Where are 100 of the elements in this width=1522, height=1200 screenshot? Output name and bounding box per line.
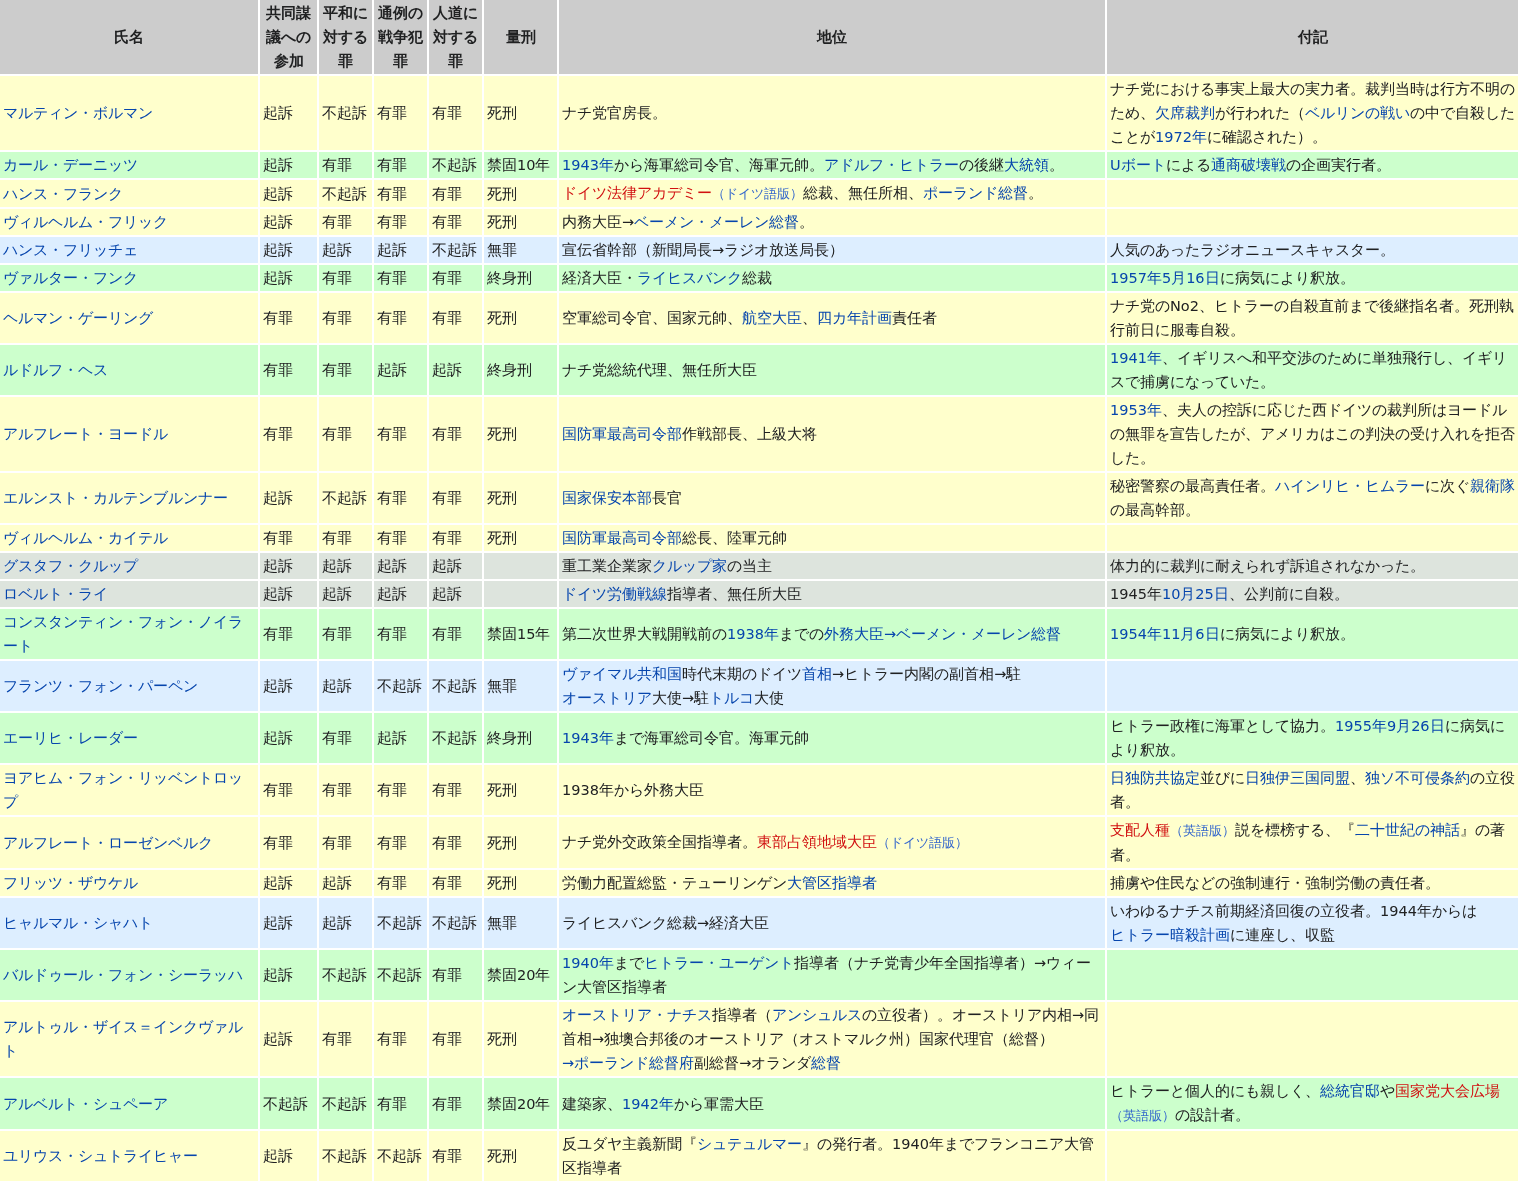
cell-text: ナチ党総統代理、無任所大臣 bbox=[562, 362, 757, 378]
name-link[interactable]: ヴァルター・フンク bbox=[3, 266, 256, 290]
table-cell: 死刑 bbox=[484, 1131, 557, 1181]
link[interactable]: →ベーメン・メーレン総督 bbox=[883, 626, 1062, 642]
table-cell: 有罪 bbox=[429, 293, 482, 343]
link[interactable]: 大統領 bbox=[1003, 157, 1049, 173]
name-link[interactable]: アルフレート・ヨードル bbox=[3, 422, 256, 446]
language-link[interactable]: （ドイツ語版） bbox=[877, 835, 968, 850]
link[interactable]: 1943年 bbox=[562, 730, 614, 746]
table-cell: 有罪 bbox=[260, 817, 317, 868]
link[interactable]: 首相 bbox=[802, 666, 832, 682]
name-link[interactable]: ユリウス・シュトライヒャー bbox=[3, 1144, 256, 1168]
link[interactable]: ベルリンの戦い bbox=[1305, 105, 1410, 121]
link[interactable]: 1954年11月6日 bbox=[1110, 626, 1220, 642]
name-link[interactable]: ハンス・フランク bbox=[3, 181, 256, 206]
link[interactable]: ヒトラー暗殺計画 bbox=[1110, 927, 1230, 943]
link[interactable]: 外務大臣 bbox=[823, 626, 884, 642]
link[interactable]: 国防軍最高司令部 bbox=[562, 530, 682, 546]
cell-text: 重工業企業家 クルップ家の当主 bbox=[562, 558, 772, 574]
link[interactable]: オーストリア bbox=[562, 690, 652, 706]
link[interactable]: →ポーランド総督府 bbox=[562, 1055, 695, 1071]
link[interactable]: 大管区指導者 bbox=[787, 875, 877, 891]
table-cell: 有罪 bbox=[429, 950, 482, 1000]
link[interactable]: 独ソ不可侵条約 bbox=[1365, 770, 1470, 786]
link[interactable]: 親衛隊 bbox=[1470, 478, 1515, 494]
cell-text: 第二次世界大戦開戦前の1938年までの外務大臣→ベーメン・メーレン総督 bbox=[562, 626, 1062, 642]
cell-text: 秘密警察の最高責任者。ハインリヒ・ヒムラーに次ぐ親衛隊 の最高幹部。 bbox=[1110, 478, 1515, 518]
link[interactable]: 国防軍最高司令部 bbox=[562, 426, 682, 442]
link[interactable]: アンシュルス bbox=[772, 1007, 862, 1023]
cell-text: 支配人種（英語版）説を標榜する、『二十世紀の神話』の著者。 bbox=[1110, 822, 1505, 863]
name-link[interactable]: ヘルマン・ゲーリング bbox=[3, 306, 256, 330]
link[interactable]: 10月25日 bbox=[1161, 586, 1229, 602]
link[interactable]: 1972年 bbox=[1155, 129, 1207, 145]
name-link[interactable]: ヨアヒム・フォン・リッベントロップ bbox=[3, 766, 256, 814]
link[interactable]: Uボート bbox=[1110, 157, 1166, 173]
link[interactable]: 国家保安本部 bbox=[562, 490, 652, 506]
link[interactable]: ハインリヒ・ヒムラー bbox=[1275, 478, 1425, 494]
missing-link[interactable]: 支配人種 bbox=[1110, 822, 1170, 838]
name-link[interactable]: ハンス・フリッチェ bbox=[3, 238, 256, 262]
link[interactable]: ベーメン・メーレン総督 bbox=[634, 214, 800, 230]
link[interactable]: 総督 bbox=[811, 1055, 842, 1071]
table-cell: 有罪 bbox=[319, 609, 372, 659]
table-cell: 有罪 bbox=[260, 397, 317, 471]
link[interactable]: 1938年 bbox=[727, 626, 779, 642]
link[interactable]: ライヒスバンク bbox=[637, 270, 742, 286]
link[interactable]: トルコ bbox=[709, 690, 755, 706]
name-link[interactable]: バルドゥール・フォン・シーラッハ bbox=[3, 963, 256, 987]
link[interactable]: 総統官邸 bbox=[1320, 1083, 1380, 1099]
link[interactable]: 日独伊三国同盟 bbox=[1245, 770, 1350, 786]
name-link[interactable]: ヴィルヘルム・フリック bbox=[3, 210, 256, 234]
link[interactable]: ヴァイマル共和国 bbox=[562, 666, 682, 682]
table-cell: 有罪 bbox=[374, 293, 427, 343]
link[interactable]: 1953年 bbox=[1110, 402, 1162, 418]
link[interactable]: 二十世紀の神話 bbox=[1355, 822, 1460, 838]
name-link[interactable]: コンスタンティン・フォン・ノイラート bbox=[3, 610, 256, 658]
missing-link[interactable]: 国家党大会広場 bbox=[1395, 1083, 1500, 1099]
cell-text: 労働力配置総監・テューリンゲン大管区指導者 bbox=[562, 875, 877, 891]
table-cell: 有罪 bbox=[429, 209, 482, 235]
name-link[interactable]: グスタフ・クルップ bbox=[3, 554, 256, 578]
link[interactable]: オーストリア・ナチス bbox=[562, 1007, 712, 1023]
name-link[interactable]: エーリヒ・レーダー bbox=[3, 726, 256, 750]
language-link[interactable]: （英語版） bbox=[1170, 823, 1235, 838]
table-cell: 起訴 bbox=[260, 237, 317, 263]
link[interactable]: クルップ家 bbox=[652, 558, 727, 574]
link[interactable]: ドイツ労働戦線 bbox=[562, 586, 667, 602]
link[interactable]: 航空大臣 bbox=[742, 310, 802, 326]
link[interactable]: 1940年 bbox=[562, 955, 614, 971]
name-link[interactable]: エルンスト・カルテンブルンナー bbox=[3, 486, 256, 510]
name-link[interactable]: ルドルフ・ヘス bbox=[3, 358, 256, 382]
language-link[interactable]: （ドイツ語版） bbox=[712, 186, 803, 201]
table-cell: 有罪 bbox=[319, 209, 372, 235]
name-link[interactable]: カール・デーニッツ bbox=[3, 153, 256, 177]
name-link[interactable]: ヒャルマル・シャハト bbox=[3, 911, 256, 935]
link[interactable]: 1943年 bbox=[562, 157, 614, 173]
link[interactable]: 1957年5月16日 bbox=[1110, 270, 1220, 286]
table-cell: 有罪 bbox=[374, 473, 427, 523]
link[interactable]: 四カ年計画 bbox=[817, 310, 892, 326]
name-link[interactable]: フランツ・フォン・パーペン bbox=[3, 674, 256, 698]
link[interactable]: ポーランド総督 bbox=[923, 185, 1028, 201]
name-link[interactable]: ヴィルヘルム・カイテル bbox=[3, 526, 256, 550]
link[interactable]: 通商破壊戦 bbox=[1210, 157, 1286, 173]
missing-link[interactable]: ドイツ法律アカデミー bbox=[562, 185, 712, 201]
name-link[interactable]: ロベルト・ライ bbox=[3, 582, 256, 606]
link[interactable]: 1955年9月26日 bbox=[1335, 718, 1445, 734]
link[interactable]: アドルフ・ヒトラー bbox=[823, 157, 959, 173]
name-link[interactable]: アルベルト・シュペーア bbox=[3, 1091, 256, 1116]
name-link[interactable]: アルフレート・ローゼンベルク bbox=[3, 830, 256, 855]
name-link[interactable]: アルトゥル・ザイス＝インクヴァルト bbox=[3, 1015, 256, 1063]
link[interactable]: 欠席裁判 bbox=[1155, 105, 1215, 121]
link[interactable]: シュテュルマー bbox=[697, 1136, 802, 1152]
missing-link[interactable]: 東部占領地域大臣 bbox=[757, 834, 877, 850]
language-link[interactable]: （英語版） bbox=[1110, 1108, 1175, 1123]
link[interactable]: ヒトラー・ユーゲント bbox=[643, 955, 794, 971]
table-cell: 不起訴 bbox=[429, 898, 482, 948]
table-cell: 無罪 bbox=[484, 898, 557, 948]
link[interactable]: 1942年 bbox=[622, 1095, 674, 1112]
name-link[interactable]: マルティン・ボルマン bbox=[3, 101, 256, 125]
link[interactable]: 1941年 bbox=[1110, 350, 1162, 366]
name-link[interactable]: フリッツ・ザウケル bbox=[3, 871, 256, 895]
link[interactable]: 日独防共協定 bbox=[1110, 770, 1200, 786]
